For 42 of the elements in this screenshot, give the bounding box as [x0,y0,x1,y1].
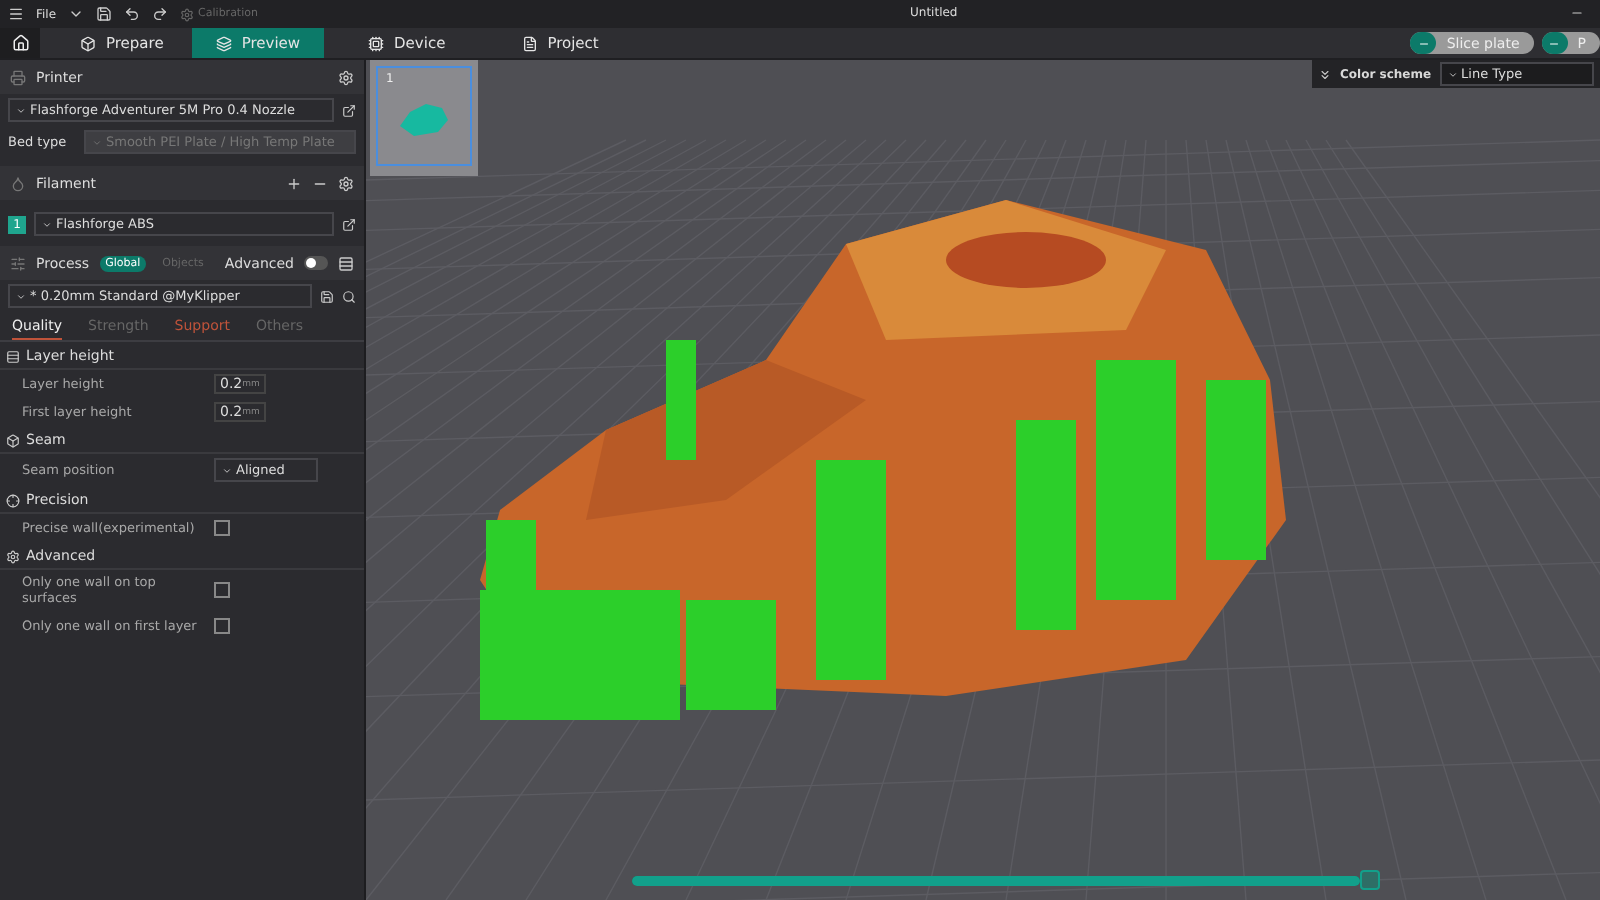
advanced-toggle[interactable] [304,256,328,270]
group-icon [6,349,20,363]
compare-icon[interactable] [338,255,354,271]
checkbox[interactable] [214,520,230,536]
car-thumbnail-icon [398,102,450,138]
checkbox[interactable] [214,617,230,634]
chevron-down-icon [92,137,102,147]
slider-handle[interactable] [1360,870,1380,890]
menu-icon[interactable] [8,6,24,22]
settings-icon[interactable] [338,69,354,85]
chevron-down-icon [16,291,26,301]
edit-icon[interactable] [342,217,356,231]
document-icon [521,35,538,51]
add-icon[interactable] [286,175,302,191]
chevron-down-icon[interactable] [68,6,85,22]
save-icon[interactable] [320,289,334,303]
group-icon [6,549,20,563]
chevron-down-icon [16,105,26,115]
edit-icon[interactable] [342,103,356,117]
undo-icon[interactable] [124,6,141,22]
group-icon [6,433,20,447]
home-icon[interactable] [0,28,40,58]
minus-icon [1417,37,1430,49]
settings-icon[interactable] [338,175,354,191]
collapse-icon[interactable] [1318,67,1332,81]
sliders-icon [10,255,26,271]
checkbox[interactable] [214,582,230,599]
cube-icon [80,35,96,51]
chip-icon [368,35,385,51]
layers-icon [215,35,232,51]
chevron-down-icon [42,219,52,229]
printer-icon [10,69,26,85]
layer-slider[interactable] [632,876,1360,886]
chevron-down-icon [222,465,232,475]
chevron-down-icon [1447,69,1458,79]
minus-icon [1548,37,1561,49]
gear-icon [180,7,195,21]
droplet-icon [10,175,26,191]
group-icon [6,493,20,507]
save-icon[interactable] [96,6,113,22]
search-icon[interactable] [342,289,356,303]
redo-icon[interactable] [152,6,169,22]
